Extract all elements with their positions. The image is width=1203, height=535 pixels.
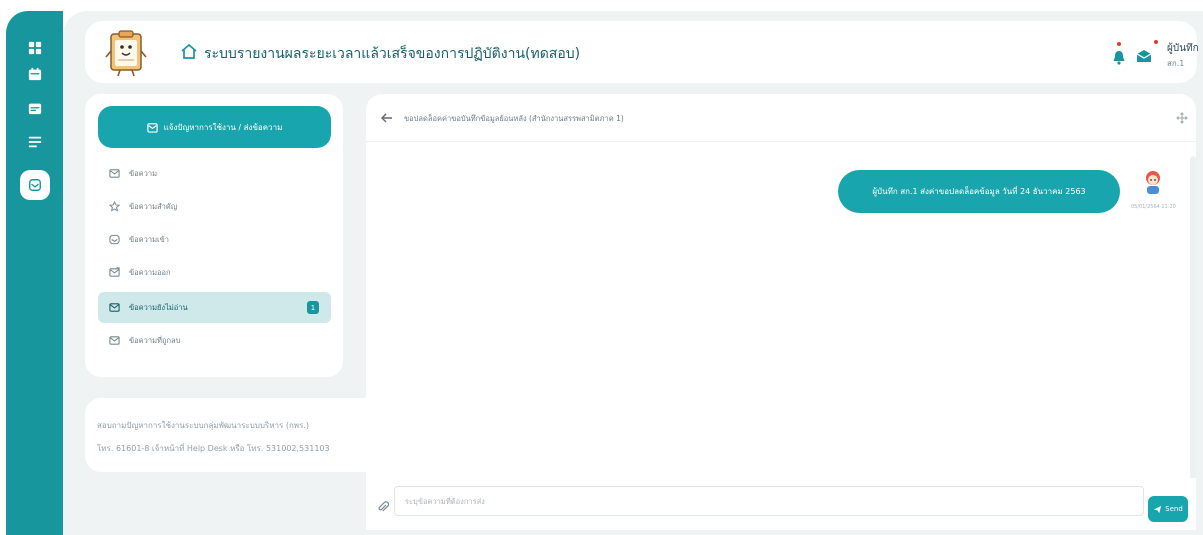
star-icon [109,201,120,212]
mail-icon [109,169,120,178]
paper-plane-icon [1154,505,1162,513]
folder-unread[interactable]: ข้อความยังไม่อ่าน 1 [98,292,331,323]
user-role: สก.1 [1167,59,1185,68]
folder-label: ข้อความยังไม่อ่าน [129,302,188,312]
chat-scrollbar[interactable] [1190,156,1196,526]
top-bar: ระบบรายงานผลระยะเวลาแล้วเสร็จของการปฏิบั… [85,21,1199,83]
folder-inbox[interactable]: ข้อความเข้า [98,224,331,255]
side-rail [6,11,63,535]
folder-label: ข้อความออก [129,267,171,277]
message-bubble: ผู้บันทึก สก.1 ส่งค่าขอปลดล็อคข้อมูล วัน… [838,170,1120,213]
folder-messages[interactable]: ข้อความ [98,158,331,189]
home-icon[interactable] [180,43,198,61]
chat-subject: ขอปลดล็อคค่าขอบันทึกข้อมูลย้อนหลัง (สำนั… [404,114,624,123]
notification-dot [1117,42,1121,46]
message-text: ผู้บันทึก สก.1 ส่งค่าขอปลดล็อคข้อมูล วัน… [872,187,1086,196]
help-desk-info: สอบถามปัญหาการใช้งานระบบกลุ่มพัฒนาระบบบร… [85,398,366,472]
app-title: ระบบรายงานผลระยะเวลาแล้วเสร็จของการปฏิบั… [204,46,581,62]
chat-panel: ขอปลดล็อคค่าขอบันทึกข้อมูลย้อนหลัง (สำนั… [366,94,1196,530]
calendar-icon[interactable] [24,63,46,85]
main-area: ระบบรายงานผลระยะเวลาแล้วเสร็จของการปฏิบั… [63,11,1203,535]
inbox-icon [109,234,120,245]
folder-label: ข้อความที่ถูกลบ [129,335,181,345]
folder-label: ข้อความเข้า [129,234,169,244]
dashboard-icon[interactable] [24,37,46,59]
paperclip-icon[interactable] [377,500,389,514]
help-line-2: โทร. 61601-8 เจ้าหน้าที่ Help Desk หรือ … [97,444,330,453]
clipboard-mascot-logo [105,30,147,77]
back-arrow-icon[interactable] [380,111,394,125]
mail-dot [1154,40,1158,44]
send-button[interactable]: Send [1148,496,1188,522]
folder-outbox[interactable]: ข้อความออก [98,257,331,288]
calendar-check-icon[interactable] [24,97,46,119]
compose-label: แจ้งปัญหาการใช้งาน / ส่งข้อความ [163,122,283,132]
user-name[interactable]: ผู้บันทึก [1167,41,1199,56]
deleted-mail-icon [109,336,120,345]
outbox-icon [109,267,120,277]
mailbox-panel: แจ้งปัญหาการใช้งาน / ส่งข้อความ ข้อความ … [85,94,343,377]
sender-avatar [1146,171,1160,194]
compose-icon [146,122,158,133]
compose-message-button[interactable]: แจ้งปัญหาการใช้งาน / ส่งข้อความ [98,106,331,148]
folder-important[interactable]: ข้อความสำคัญ [98,191,331,222]
folder-label: ข้อความสำคัญ [129,201,178,211]
folder-deleted[interactable]: ข้อความที่ถูกลบ [98,325,331,356]
help-line-1: สอบถามปัญหาการใช้งานระบบกลุ่มพัฒนาระบบบร… [97,421,310,430]
mail-open-icon[interactable] [20,170,50,200]
message-input[interactable] [394,486,1144,516]
message-timestamp: 05/01/2564 11:20 [1131,204,1176,210]
move-icon[interactable] [1176,112,1188,124]
folder-label: ข้อความ [129,168,158,178]
unread-mail-icon [109,303,120,312]
notification-bell-icon[interactable] [1112,49,1126,65]
mail-icon[interactable] [1136,49,1152,63]
list-icon[interactable] [24,131,46,153]
message-composer: Send [366,478,1196,530]
chat-header: ขอปลดล็อคค่าขอบันทึกข้อมูลย้อนหลัง (สำนั… [366,94,1196,142]
unread-count-badge: 1 [307,301,319,314]
send-label: Send [1165,505,1183,513]
